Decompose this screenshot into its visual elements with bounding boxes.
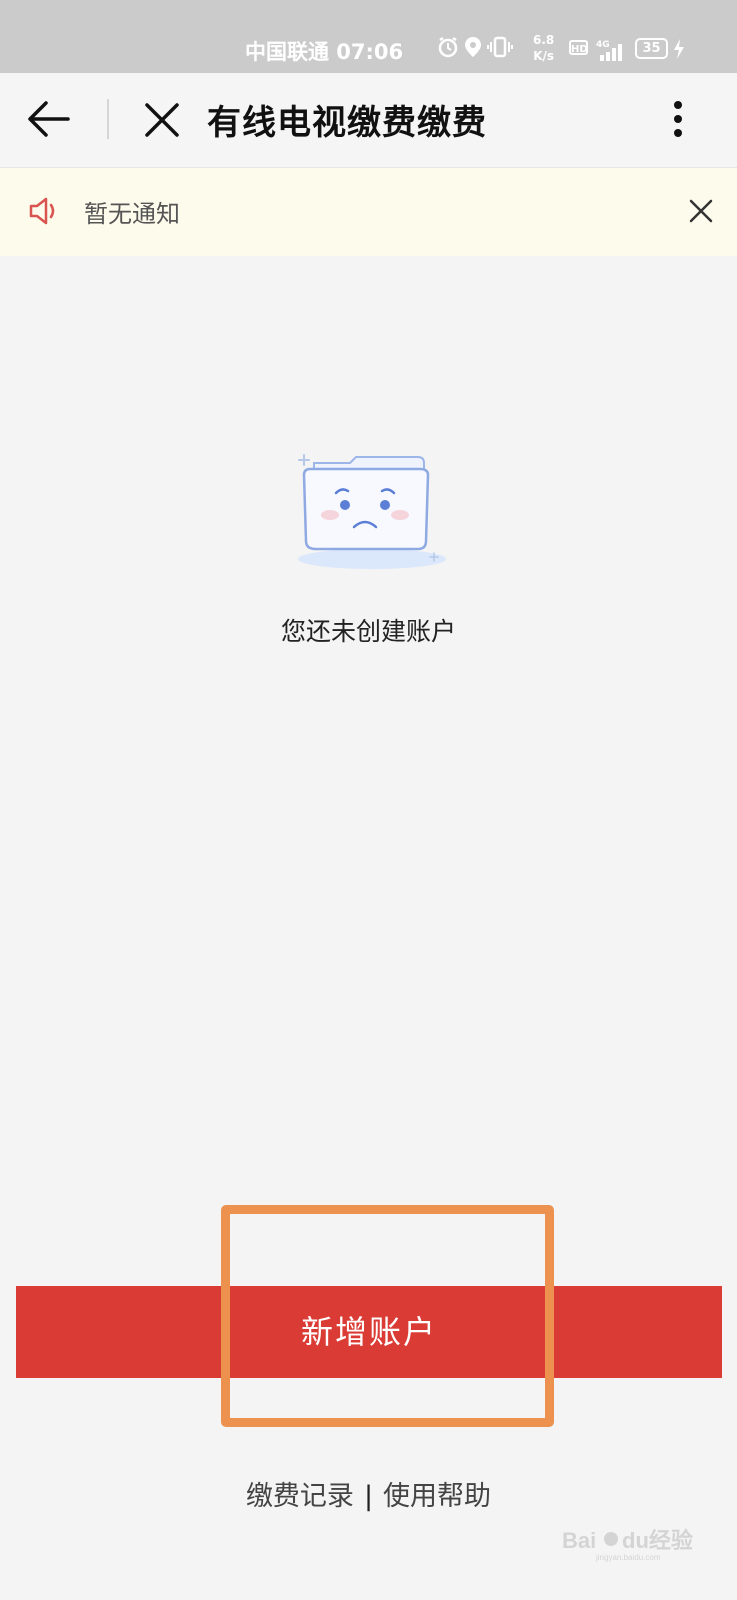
vibrate-icon [487, 36, 513, 58]
charging-icon [674, 39, 684, 59]
carrier-time: 中国联通 07:06 [245, 40, 404, 64]
svg-text:Bai: Bai [562, 1528, 596, 1553]
page-title: 有线电视缴费缴费 [207, 103, 487, 143]
svg-text:du经验: du经验 [622, 1528, 693, 1553]
svg-text:jingyan.baidu.com: jingyan.baidu.com [595, 1553, 661, 1562]
network-speed: 6.8 K/s [533, 32, 554, 64]
status-bar: 中国联通 07:06 6.8 K/s HD 4G 35 [0, 0, 737, 73]
speed-value: 6.8 [533, 33, 555, 47]
footer-separator: | [363, 1481, 374, 1512]
payment-records-link[interactable]: 缴费记录 [246, 1474, 354, 1513]
baidu-watermark-logo: Bai du经验 jingyan.baidu.com [562, 1528, 693, 1562]
close-icon[interactable] [143, 101, 181, 139]
alarm-icon [438, 36, 458, 58]
highlight-box [221, 1205, 554, 1427]
help-link[interactable]: 使用帮助 [383, 1474, 491, 1513]
notice-text: 暂无通知 [84, 200, 180, 228]
notice-close-icon[interactable] [688, 198, 714, 224]
more-vertical-icon[interactable] [670, 99, 686, 139]
hd-badge: HD [569, 40, 588, 55]
battery-indicator: 35 [635, 38, 668, 59]
footer-links: 缴费记录 | 使用帮助 [0, 1474, 737, 1513]
back-arrow-icon[interactable] [26, 99, 72, 139]
nav-bar: 有线电视缴费缴费 [0, 73, 737, 168]
empty-state-message: 您还未创建账户 [280, 617, 456, 646]
sad-folder-icon [298, 454, 446, 569]
nav-divider [107, 99, 109, 139]
speed-unit: K/s [533, 49, 555, 63]
signal-icon [600, 44, 622, 61]
speaker-icon [29, 197, 55, 225]
notice-bar: 暂无通知 [0, 168, 737, 256]
location-icon [465, 37, 481, 57]
